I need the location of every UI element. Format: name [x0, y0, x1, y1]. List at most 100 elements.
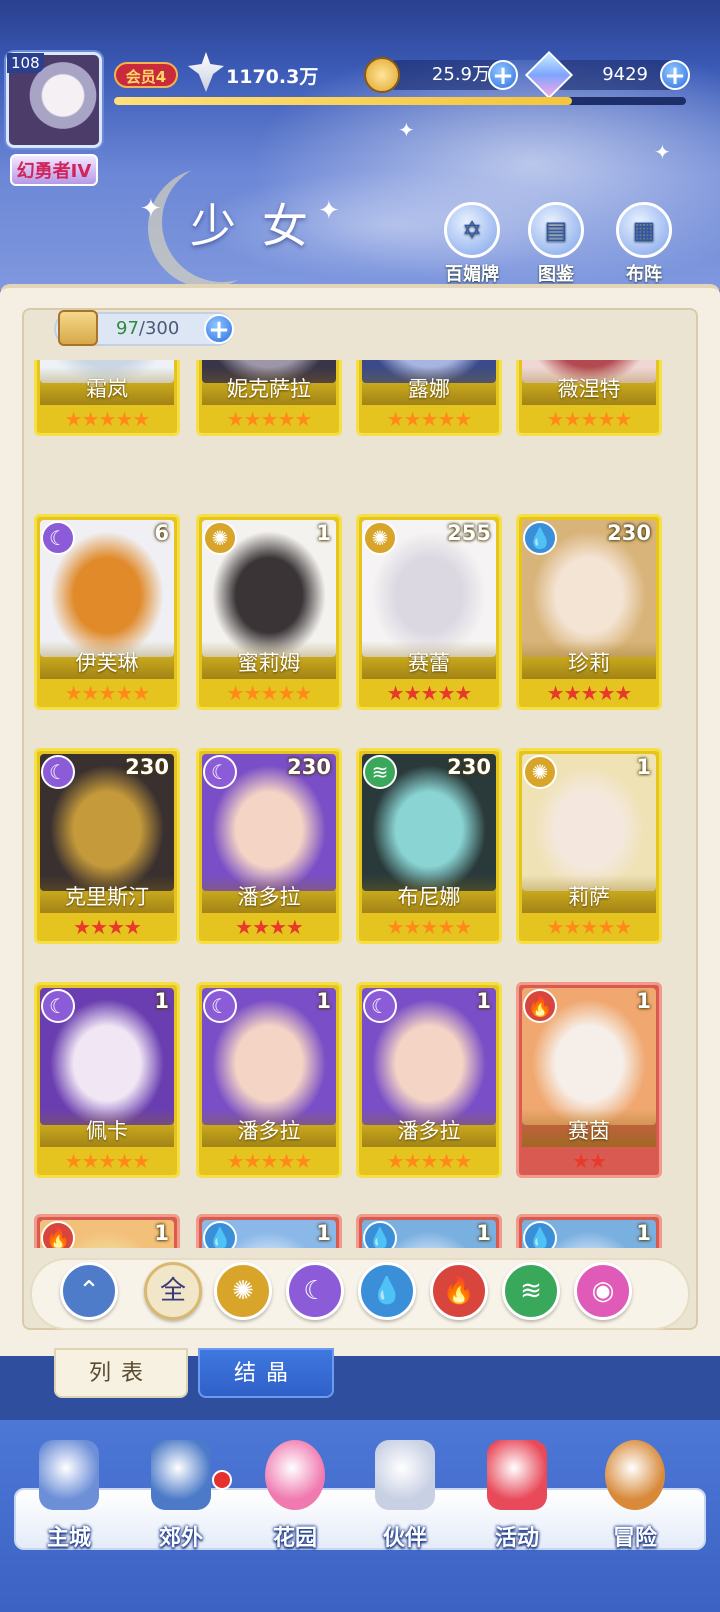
- character-name: 伊芙琳: [75, 651, 139, 675]
- star-rating: ★★★★★: [546, 915, 633, 939]
- character-card[interactable]: 💧 1: [516, 1214, 662, 1248]
- tab-crystal-label: 结晶: [233, 1361, 298, 1386]
- sun-icon: ✺: [232, 1276, 254, 1306]
- combat-power-value: 1170.3万: [226, 66, 319, 88]
- character-card[interactable]: 赛茵 ★★ 🔥 1: [516, 982, 662, 1178]
- add-coins-button[interactable]: +: [488, 60, 518, 90]
- character-card[interactable]: 潘多拉 ★★★★★ ☾ 1: [356, 982, 502, 1178]
- star-rating: ★★★★★: [64, 1149, 151, 1173]
- filter-wind-button[interactable]: ≋: [502, 1262, 560, 1320]
- star-rating: ★★★★★: [386, 407, 473, 431]
- character-card[interactable]: 克里斯汀 ★★★★ ☾ 230: [34, 748, 180, 944]
- character-card[interactable]: 露娜 ★★★★★: [356, 360, 502, 436]
- character-name: 佩卡: [86, 1119, 128, 1143]
- nav-label: 花园: [272, 1526, 317, 1551]
- inventory-count: 97/300: [116, 318, 179, 339]
- character-card[interactable]: 妮克萨拉 ★★★★★: [196, 360, 342, 436]
- moon-icon: ☾: [41, 989, 75, 1023]
- character-card[interactable]: 伊芙琳 ★★★★★ ☾ 6: [34, 514, 180, 710]
- star-rating: ★★★★: [235, 915, 304, 939]
- book-icon: ▤: [528, 202, 584, 258]
- codex-label: 图鉴: [538, 264, 574, 285]
- nav-label: 郊外: [158, 1526, 203, 1551]
- character-name: 蜜莉姆: [237, 651, 301, 675]
- inventory-current: 97: [116, 318, 139, 339]
- codex-button[interactable]: ▤ 图鉴: [524, 202, 588, 286]
- star-rating: ★★★★★: [64, 407, 151, 431]
- filter-light-button[interactable]: ⌃: [60, 1262, 118, 1320]
- card-deck-button[interactable]: ✡ 百媚牌: [440, 202, 504, 286]
- filter-water-button[interactable]: 💧: [358, 1262, 416, 1320]
- wind-icon: ≋: [520, 1276, 542, 1306]
- filter-spirit-button[interactable]: ◉: [574, 1262, 632, 1320]
- tab-list[interactable]: 列表: [54, 1348, 188, 1398]
- character-name: 潘多拉: [237, 1119, 301, 1143]
- character-name: 珍莉: [568, 651, 610, 675]
- castle-icon: [39, 1440, 99, 1510]
- star-rating: ★★★★★: [546, 681, 633, 705]
- card-count: 1: [636, 755, 651, 779]
- water-drop-icon: 💧: [363, 1221, 397, 1248]
- xp-bar-fill: [114, 97, 572, 105]
- character-card[interactable]: 赛蕾 ★★★★★ ✺ 255: [356, 514, 502, 710]
- character-card[interactable]: 蜜莉姆 ★★★★★ ✺ 1: [196, 514, 342, 710]
- nav-item-4[interactable]: 活动: [462, 1440, 572, 1560]
- moon-icon: ☾: [203, 755, 237, 789]
- player-avatar[interactable]: 108: [6, 52, 102, 148]
- character-card[interactable]: 薇涅特 ★★★★★: [516, 360, 662, 436]
- character-name: 潘多拉: [397, 1119, 461, 1143]
- moon-icon: ☾: [41, 521, 75, 555]
- character-card[interactable]: 佩卡 ★★★★★ ☾ 1: [34, 982, 180, 1178]
- filter-sun-button[interactable]: ✺: [214, 1262, 272, 1320]
- nav-label: 活动: [494, 1526, 539, 1551]
- character-card[interactable]: 布尼娜 ★★★★★ ≋ 230: [356, 748, 502, 944]
- card-count: 255: [447, 521, 491, 545]
- card-deck-label: 百媚牌: [445, 264, 499, 285]
- xp-bar: [114, 97, 686, 105]
- character-name: 薇涅特: [557, 377, 621, 401]
- character-name: 潘多拉: [237, 885, 301, 909]
- character-grid[interactable]: 霜岚 ★★★★★ 妮克萨拉 ★★★★★ 露娜 ★★★★★ 薇涅特 ★★★★★ 伊芙琳 ★★★★★ ☾…: [34, 360, 670, 1248]
- rank-title[interactable]: 幻勇者IV: [10, 154, 98, 186]
- character-card[interactable]: 潘多拉 ★★★★★ ☾ 1: [196, 982, 342, 1178]
- card-count: 1: [316, 989, 331, 1013]
- character-card[interactable]: 霜岚 ★★★★★: [34, 360, 180, 436]
- character-card[interactable]: 珍莉 ★★★★★ 💧 230: [516, 514, 662, 710]
- filter-fire-button[interactable]: 🔥: [430, 1262, 488, 1320]
- card-count: 1: [476, 1221, 491, 1245]
- nav-item-2[interactable]: 花园: [240, 1440, 350, 1560]
- expand-inventory-button[interactable]: +: [204, 314, 234, 344]
- nav-item-5[interactable]: 冒险: [580, 1440, 690, 1560]
- star-rating: ★★★★★: [64, 681, 151, 705]
- formation-label: 布阵: [626, 264, 662, 285]
- tab-crystal[interactable]: 结晶: [198, 1348, 334, 1398]
- card-count: 1: [316, 521, 331, 545]
- wind-icon: ≋: [363, 755, 397, 789]
- card-count: 6: [154, 521, 169, 545]
- character-name: 赛茵: [568, 1119, 610, 1143]
- character-card[interactable]: 莉萨 ★★★★★ ✺ 1: [516, 748, 662, 944]
- star-rating: ★★★★★: [226, 681, 313, 705]
- character-card[interactable]: 🔥 1: [34, 1214, 180, 1248]
- nav-item-1[interactable]: 郊外: [126, 1440, 236, 1560]
- vip-badge[interactable]: 会员4: [114, 62, 178, 88]
- character-card[interactable]: 💧 1: [196, 1214, 342, 1248]
- water-drop-icon: 💧: [523, 521, 557, 555]
- filter-all-button[interactable]: 全: [144, 1262, 202, 1320]
- nav-item-3[interactable]: 伙伴: [350, 1440, 460, 1560]
- light-arrow-icon: ⌃: [78, 1276, 100, 1306]
- card-count: 1: [316, 1221, 331, 1245]
- character-card[interactable]: 潘多拉 ★★★★ ☾ 230: [196, 748, 342, 944]
- card-count: 1: [476, 989, 491, 1013]
- character-name: 莉萨: [568, 885, 610, 909]
- nav-item-0[interactable]: 主城: [14, 1440, 124, 1560]
- filter-moon-button[interactable]: ☾: [286, 1262, 344, 1320]
- heart-icon: [265, 1440, 325, 1510]
- water-drop-icon: 💧: [523, 1221, 557, 1248]
- character-name: 霜岚: [86, 377, 128, 401]
- moon-icon: ☾: [363, 989, 397, 1023]
- add-gems-button[interactable]: +: [660, 60, 690, 90]
- character-card[interactable]: 💧 1: [356, 1214, 502, 1248]
- star-rating: ★★★★: [73, 915, 142, 939]
- formation-button[interactable]: ▦ 布阵: [612, 202, 676, 286]
